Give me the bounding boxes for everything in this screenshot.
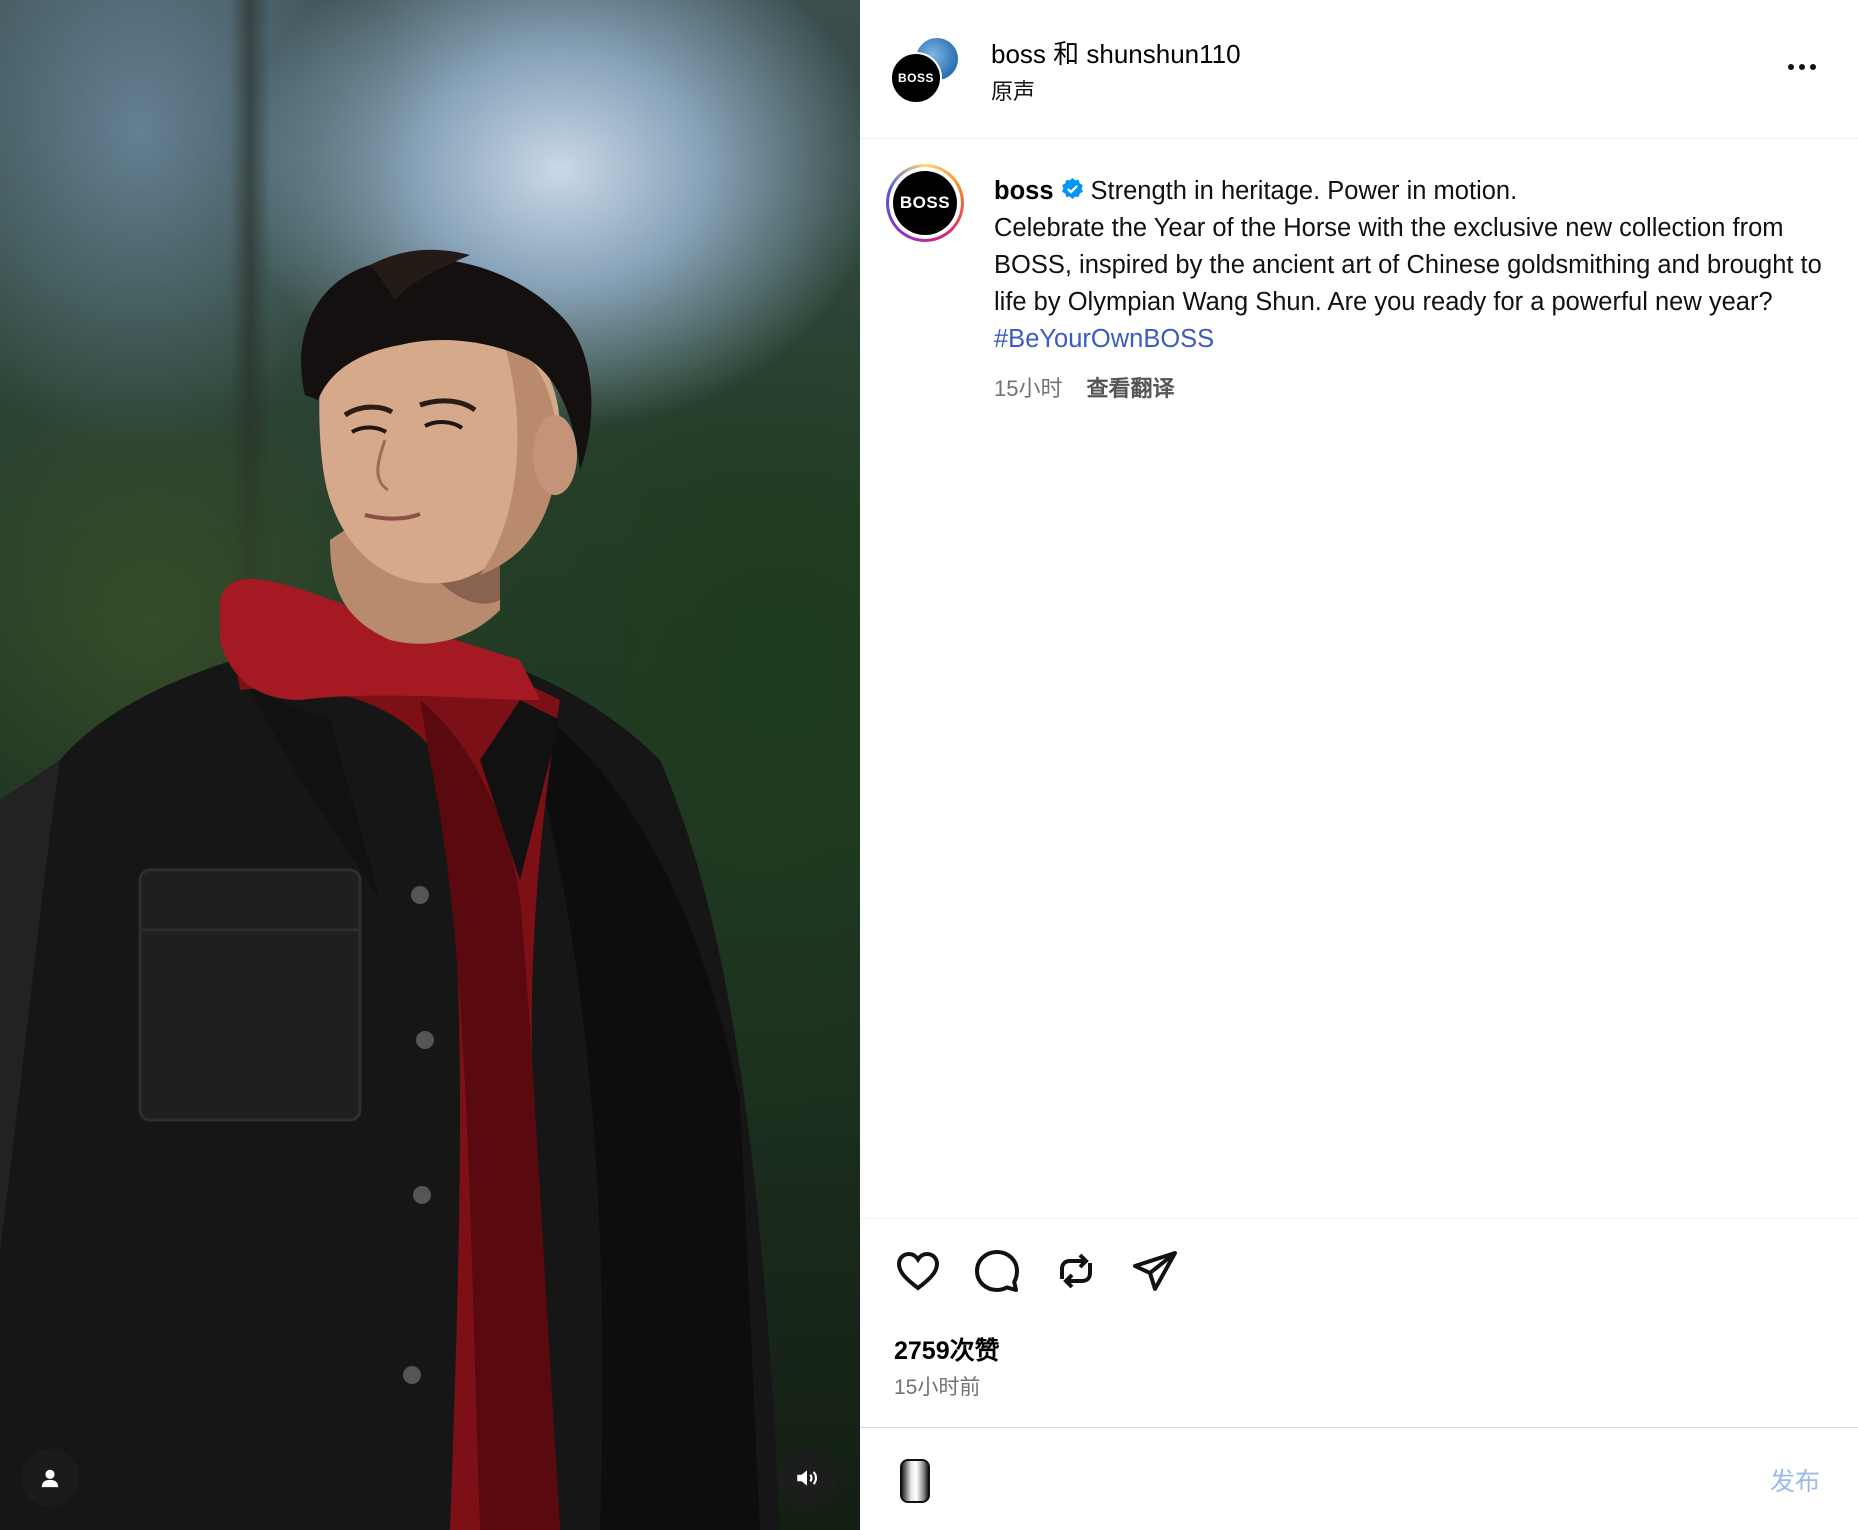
caption-line1: Strength in heritage. Power in motion.: [1090, 177, 1518, 205]
avatar-text: BOSS: [899, 193, 951, 212]
post-panel: BOSS boss 和 shunshun110 原声 BOSS boss Str…: [860, 0, 1858, 1530]
action-bar: [892, 1245, 1181, 1297]
post-authors[interactable]: boss 和 shunshun110: [991, 34, 1241, 71]
caption-avatar[interactable]: BOSS: [886, 164, 964, 242]
more-horizontal-icon: [1788, 64, 1794, 70]
like-button[interactable]: [892, 1245, 944, 1297]
post-comment-button[interactable]: 发布: [1770, 1462, 1820, 1498]
more-dot: [1810, 64, 1816, 70]
caption-body: Celebrate the Year of the Horse with the…: [994, 214, 1822, 316]
comment-bubble-icon: [975, 1250, 1019, 1292]
share-button[interactable]: [1129, 1245, 1181, 1297]
more-dot: [1799, 64, 1805, 70]
avatar-ring-gap: BOSS: [889, 167, 961, 239]
caption-username[interactable]: boss: [994, 177, 1054, 205]
repost-button[interactable]: [1050, 1245, 1102, 1297]
speaker-icon: [797, 1470, 818, 1486]
comment-button[interactable]: [971, 1245, 1023, 1297]
post-media[interactable]: [0, 0, 860, 1530]
heart-icon: [896, 1251, 940, 1291]
send-icon: [1133, 1251, 1177, 1291]
user-icon: [41, 1469, 59, 1488]
hashtag-link[interactable]: #BeYourOwnBOSS: [994, 325, 1214, 353]
verified-badge-icon: [1061, 178, 1083, 199]
caption-meta: 15小时 查看翻译: [994, 371, 1175, 403]
repost-icon: [1060, 1253, 1092, 1289]
mute-toggle-button[interactable]: [778, 1449, 836, 1507]
emoji-icon[interactable]: [900, 1459, 930, 1503]
brand-logo: BOSS: [893, 171, 957, 235]
caption-time[interactable]: 15小时: [994, 376, 1062, 401]
audio-label[interactable]: 原声: [991, 74, 1035, 106]
comment-bar: 发布: [860, 1427, 1858, 1530]
post-timestamp[interactable]: 15小时前: [894, 1371, 980, 1401]
model-figure: [0, 249, 780, 1530]
see-translation-link[interactable]: 查看翻译: [1086, 376, 1174, 401]
more-options-button[interactable]: [1777, 52, 1827, 82]
like-count[interactable]: 2759次赞: [894, 1331, 1000, 1367]
caption-text: boss Strength in heritage. Power in moti…: [994, 173, 1824, 358]
avatar-text: BOSS: [897, 71, 934, 85]
collab-avatars[interactable]: BOSS: [890, 36, 960, 106]
comment-input[interactable]: [952, 1458, 1652, 1504]
post-header: BOSS boss 和 shunshun110 原声: [860, 0, 1858, 139]
tagged-users-button[interactable]: [21, 1449, 79, 1507]
brand-avatar[interactable]: BOSS: [890, 52, 942, 104]
post-actions: 2759次赞 15小时前: [860, 1218, 1858, 1399]
